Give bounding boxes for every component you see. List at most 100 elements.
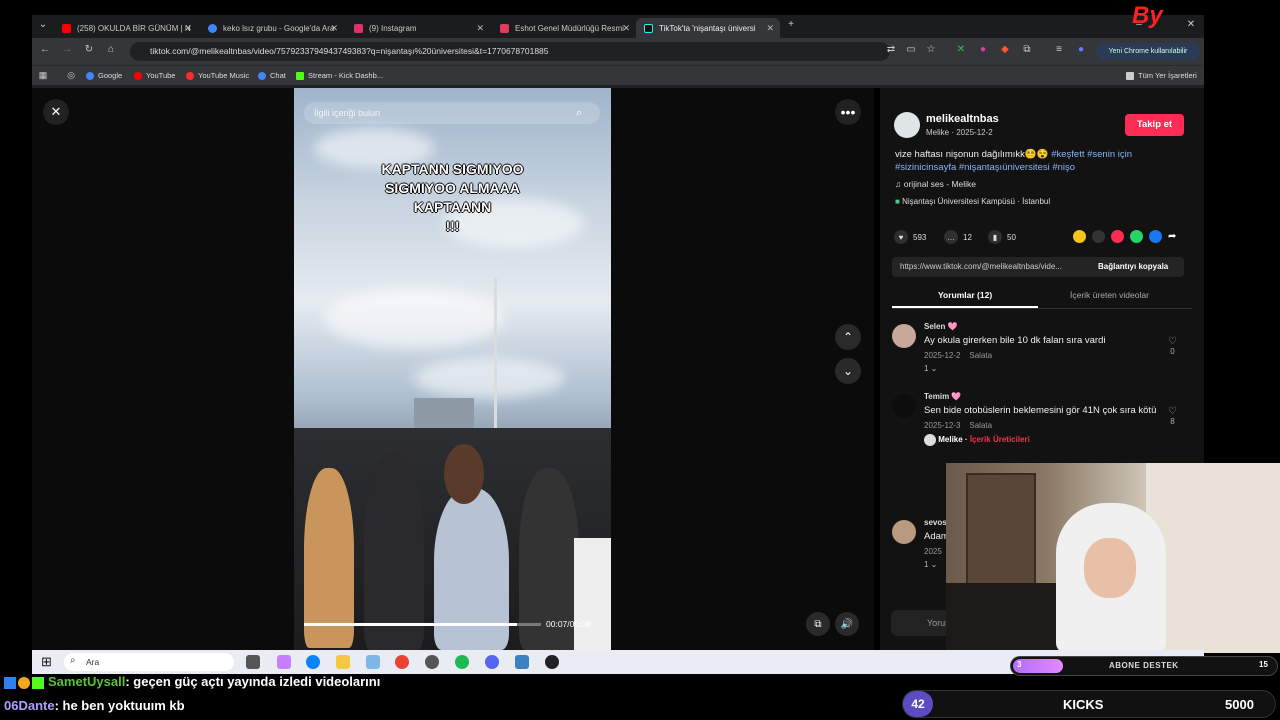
video-caption: KAPTANN SIGMIYOO SIGMIYOO ALMAAA KAPTAAN… — [381, 161, 524, 234]
chair — [946, 583, 1066, 653]
save-button[interactable]: ▮ 50 — [988, 230, 1016, 244]
chat-text: : he ben yoktuuım kb — [54, 698, 185, 713]
chrome-icon[interactable]: ◎ — [64, 70, 78, 81]
video-time: 00:07/00:08 — [546, 619, 591, 629]
creator-username[interactable]: melikealtnbas — [926, 113, 999, 125]
address-bar[interactable]: tiktok.com/@melikealtnbas/video/75792337… — [130, 42, 890, 61]
instagram-icon — [354, 23, 363, 33]
spotify-icon[interactable] — [455, 655, 469, 669]
location-link[interactable]: ■ Nişantaşı Üniversitesi Kampüsü · İstan… — [895, 197, 1050, 206]
like-button[interactable]: ♥ 593 — [894, 230, 926, 244]
home-icon[interactable]: ⌂ — [104, 44, 118, 55]
windows-start-icon[interactable]: ⊞ — [41, 655, 52, 669]
forward-icon[interactable]: → — [60, 44, 74, 55]
heart-icon: ♡ — [1168, 406, 1177, 417]
gear-icon[interactable] — [425, 655, 439, 669]
previous-video-button[interactable]: ⌃ — [835, 324, 861, 350]
tab-tiktok[interactable]: TikTok'ta 'nişantaşı üniversi ✕ — [636, 18, 780, 38]
back-icon[interactable]: ← — [38, 44, 52, 55]
reload-icon[interactable]: ↻ — [82, 44, 96, 55]
comment-button[interactable]: … 12 — [944, 230, 972, 244]
creator-avatar[interactable] — [894, 112, 920, 138]
tab-divider — [892, 308, 1192, 309]
youtube-music-icon — [186, 71, 194, 80]
close-icon[interactable]: ✕ — [622, 23, 630, 34]
more-options-button[interactable]: ••• — [835, 99, 861, 125]
webcam-overlay — [946, 463, 1280, 653]
calculator-icon[interactable] — [515, 655, 529, 669]
close-video-button[interactable]: ✕ — [43, 99, 69, 125]
tab-comments[interactable]: Yorumlar (12) — [938, 290, 992, 300]
reply-button[interactable]: Salata — [969, 351, 992, 360]
obs-icon[interactable] — [545, 655, 559, 669]
edge-icon[interactable] — [306, 655, 320, 669]
google-icon — [258, 71, 266, 80]
close-icon[interactable]: ✕ — [330, 23, 338, 34]
close-window-icon[interactable]: ✕ — [1184, 19, 1198, 30]
new-tab-icon[interactable]: + — [784, 19, 798, 30]
tab-eshot[interactable]: Eshot Genel Müdürlüğü Resmi ✕ — [492, 18, 636, 38]
commenter-avatar[interactable] — [892, 394, 916, 418]
extension-icon[interactable]: ✕ — [954, 44, 968, 55]
apps-icon[interactable]: ▦ — [36, 70, 50, 81]
whatsapp-icon[interactable] — [1130, 230, 1143, 243]
sound-link[interactable]: ♫ orijinal ses - Melike — [895, 179, 976, 189]
file-explorer-icon[interactable] — [336, 655, 350, 669]
translate-icon[interactable]: ⇄ — [884, 44, 898, 55]
task-view-icon[interactable] — [246, 655, 260, 669]
tab-search-icon[interactable]: ⌄ — [36, 19, 50, 30]
tab-instagram[interactable]: (9) Instagram ✕ — [346, 18, 490, 38]
puzzle-icon[interactable]: ⧉ — [1020, 44, 1034, 55]
music-icon: ♫ — [895, 179, 904, 189]
creator-subline: Melike · 2025-12-2 — [926, 128, 993, 137]
comment-like[interactable]: ♡ 8 — [1168, 406, 1177, 426]
extension-icon[interactable]: ◆ — [998, 44, 1012, 55]
bookmark-youtube[interactable]: YouTube — [134, 71, 175, 80]
embed-icon[interactable] — [1092, 230, 1105, 243]
tab-youtube[interactable]: (258) OKULDA BİR GÜNÜM | N ✕ — [54, 18, 198, 38]
cast-icon[interactable]: ▭ — [904, 44, 918, 55]
sub-badge-icon — [18, 676, 30, 689]
close-icon[interactable]: ✕ — [766, 23, 774, 34]
tab-creator-videos[interactable]: İçerik üreten videolar — [1070, 290, 1149, 300]
bookmark-chat[interactable]: Chat — [258, 71, 286, 80]
repost-icon[interactable] — [1073, 230, 1086, 243]
search-icon[interactable]: ⌕ — [576, 107, 582, 120]
video-player[interactable]: İlgili içeriği bulun ⌕ KAPTANN SIGMIYOO … — [294, 88, 611, 650]
share-arrow-icon[interactable]: ➦ — [1168, 230, 1181, 243]
bookmark-kick[interactable]: Stream - Kick Dashb... — [296, 71, 383, 80]
facebook-icon[interactable] — [1149, 230, 1162, 243]
bookmark-youtube-music[interactable]: YouTube Music — [186, 71, 249, 80]
send-icon[interactable] — [1111, 230, 1124, 243]
commenter-avatar[interactable] — [892, 520, 916, 544]
video-area: ✕ ••• ⌃ ⌄ ⧉ 🔊 İlgili içeriği bulun ⌕ KAP… — [32, 88, 874, 650]
taskbar-search[interactable]: Ara — [64, 653, 234, 671]
follow-button[interactable]: Takip et — [1125, 114, 1184, 136]
next-video-button[interactable]: ⌄ — [835, 358, 861, 384]
tab-list-icon[interactable]: ≡ — [1052, 44, 1066, 55]
video-progress-bar[interactable] — [304, 623, 541, 626]
settings-app-icon[interactable] — [366, 655, 380, 669]
related-search-input[interactable]: İlgili içeriği bulun — [304, 102, 600, 124]
bookmark-google[interactable]: Google — [86, 71, 122, 80]
discord-icon[interactable] — [485, 655, 499, 669]
comment-like[interactable]: ♡ 0 — [1168, 336, 1177, 356]
copilot-icon[interactable] — [277, 655, 291, 669]
close-icon[interactable]: ✕ — [476, 23, 484, 34]
extension-icon[interactable]: ● — [976, 44, 990, 55]
copy-link-button[interactable]: Bağlantıyı kopyala — [1098, 262, 1168, 271]
post-link[interactable]: https://www.tiktok.com/@melikealtnbas/vi… — [900, 262, 1062, 271]
profile-icon[interactable]: ● — [1074, 44, 1088, 55]
tab-google[interactable]: keko lsız grubu - Google'da Ara ✕ — [200, 18, 344, 38]
update-chrome-button[interactable]: Yeni Chrome kullanılabilir — [1096, 43, 1200, 60]
volume-icon[interactable]: 🔊 — [835, 612, 859, 636]
badge-icon — [4, 676, 16, 689]
pip-icon[interactable]: ⧉ — [806, 612, 830, 636]
kick-badge-icon — [32, 676, 44, 689]
chrome-icon[interactable] — [395, 655, 409, 669]
reply-button[interactable]: Salata — [969, 421, 992, 430]
all-bookmarks[interactable]: Tüm Yer İşaretleri — [1126, 71, 1197, 80]
star-icon[interactable]: ☆ — [924, 44, 938, 55]
close-icon[interactable]: ✕ — [184, 23, 192, 34]
commenter-avatar[interactable] — [892, 324, 916, 348]
